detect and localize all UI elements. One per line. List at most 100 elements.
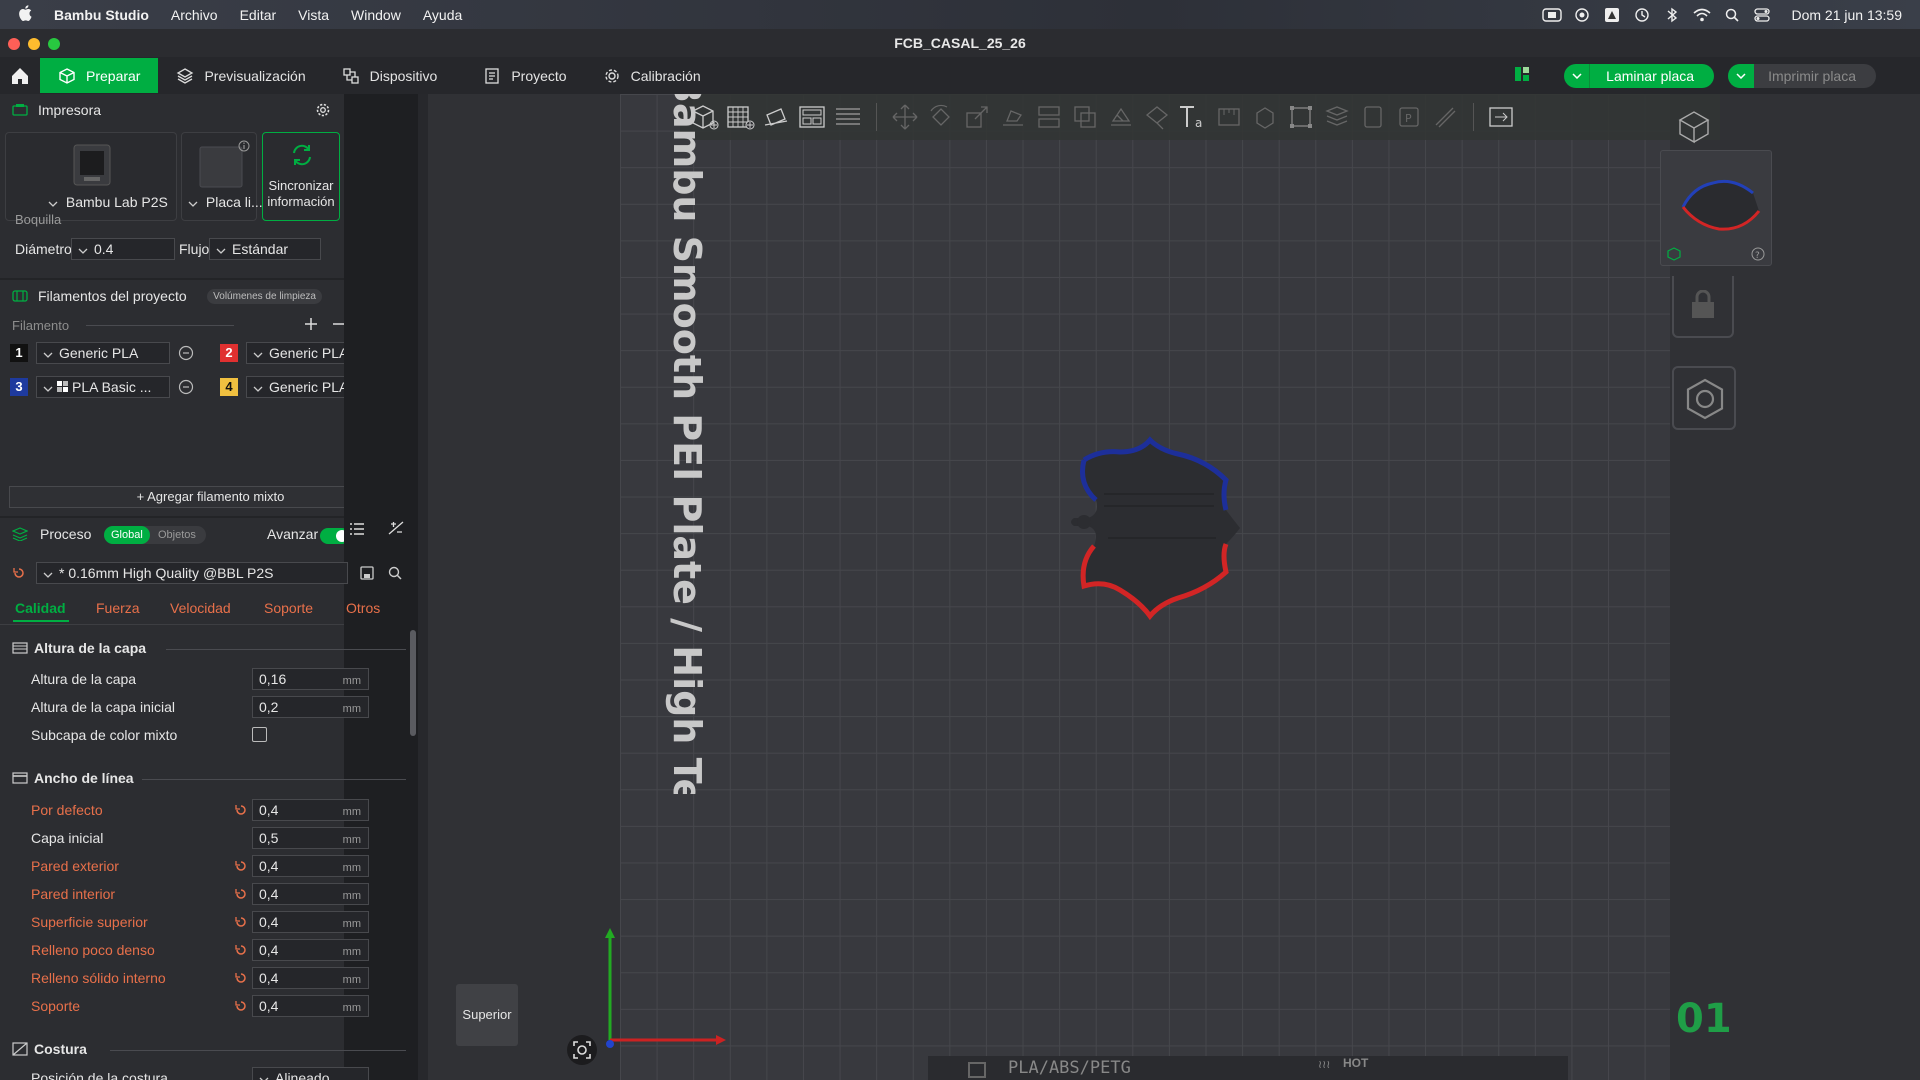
add-filament-icon[interactable] (304, 317, 318, 336)
search-icon[interactable] (1717, 8, 1747, 22)
menu-app[interactable]: Bambu Studio (54, 7, 149, 23)
reset-value-icon[interactable] (234, 943, 248, 957)
filament-select-1[interactable]: Generic PLA (36, 342, 170, 364)
add-plate-icon[interactable] (722, 99, 758, 135)
lock-plate-button[interactable] (1672, 276, 1734, 338)
reset-preset-icon[interactable] (12, 566, 26, 585)
tab-velocidad[interactable]: Velocidad (170, 600, 231, 616)
menu-vista[interactable]: Vista (298, 7, 329, 23)
move-icon[interactable] (887, 99, 923, 135)
slice-plate-button[interactable]: Laminar placa (1564, 63, 1715, 88)
line-width-input[interactable]: 0,4 mm (252, 939, 369, 961)
filament-select-2[interactable]: Generic PLA (246, 342, 344, 364)
arrange-icon[interactable] (794, 99, 830, 135)
multi-plate-icon[interactable] (1514, 66, 1530, 85)
brim-ears-icon[interactable] (1427, 99, 1463, 135)
filament-row[interactable]: 3 PLA Basic ... (10, 376, 170, 398)
tab-calidad[interactable]: Calidad (15, 600, 66, 616)
home-button[interactable] (0, 57, 40, 94)
line-width-input[interactable]: 0,4 mm (252, 855, 369, 877)
save-preset-icon[interactable] (360, 566, 374, 585)
reset-value-icon[interactable] (234, 915, 248, 929)
object-cube-icon[interactable] (1667, 247, 1681, 266)
search-settings-icon[interactable] (388, 566, 402, 585)
filament-select-4[interactable]: Generic PLA (246, 376, 344, 398)
menu-window[interactable]: Window (351, 7, 401, 23)
reset-value-icon[interactable] (234, 971, 248, 985)
fit-view-icon[interactable] (566, 1034, 598, 1071)
measure-icon[interactable] (1211, 99, 1247, 135)
filament-options-icon[interactable] (178, 379, 194, 400)
printer-settings-icon[interactable] (316, 103, 330, 120)
lay-on-face-icon[interactable] (995, 99, 1031, 135)
time-machine-icon[interactable] (1627, 7, 1657, 23)
initial-layer-input[interactable]: 0,2 mm (252, 696, 369, 718)
tab-proyecto[interactable]: Proyecto (465, 58, 584, 93)
menu-archivo[interactable]: Archivo (171, 7, 218, 23)
info-icon[interactable] (238, 139, 250, 157)
plate-thumbnail-panel[interactable]: ? (1660, 150, 1772, 266)
tab-otros[interactable]: Otros (346, 600, 380, 616)
control-center-icon[interactable] (1747, 7, 1777, 22)
cloud-icon[interactable] (1567, 7, 1597, 23)
zoom-window-button[interactable] (48, 38, 60, 50)
toggle-global[interactable]: Global (104, 526, 150, 544)
screen-share-icon[interactable] (1537, 7, 1567, 23)
reset-value-icon[interactable] (234, 999, 248, 1013)
emboss-icon[interactable]: P (1391, 99, 1427, 135)
tab-preparar[interactable]: Preparar (40, 58, 159, 93)
auto-orient-icon[interactable] (758, 99, 794, 135)
settings-scrollbar[interactable] (410, 630, 416, 736)
toggle-objects[interactable]: Objetos (158, 526, 196, 544)
remove-filament-icon[interactable] (332, 317, 344, 336)
apple-menu-icon[interactable] (18, 4, 38, 25)
text-tool-icon[interactable]: a (1175, 99, 1211, 135)
reset-value-icon[interactable] (234, 887, 248, 901)
drive-icon[interactable] (1597, 7, 1627, 23)
orientation-cube[interactable] (1672, 106, 1716, 146)
model-object[interactable] (1044, 414, 1284, 654)
cut-icon[interactable] (1031, 99, 1067, 135)
chevron-down-icon[interactable] (1564, 63, 1591, 88)
filament-row[interactable]: 1 Generic PLA (10, 342, 170, 364)
advanced-switch[interactable] (320, 528, 344, 544)
bluetooth-icon[interactable] (1657, 7, 1687, 23)
line-width-input[interactable]: 0,4 mm (252, 967, 369, 989)
process-preset-select[interactable]: * 0.16mm High Quality @BBL P2S (36, 562, 348, 584)
assembly-icon[interactable] (1247, 99, 1283, 135)
seam-paint-icon[interactable] (1139, 99, 1175, 135)
view-all-icon[interactable] (1484, 99, 1520, 135)
sidebar-splitter[interactable] (418, 94, 428, 1080)
minimize-window-button[interactable] (28, 38, 40, 50)
layer-height-input[interactable]: 0,16 mm (252, 668, 369, 690)
tab-dispositivo[interactable]: Dispositivo (324, 58, 456, 93)
tab-soporte[interactable]: Soporte (264, 600, 313, 616)
filament-select-3[interactable]: PLA Basic ... (36, 376, 170, 398)
diameter-select[interactable]: 0.4 (71, 238, 175, 260)
menu-ayuda[interactable]: Ayuda (423, 7, 462, 23)
close-window-button[interactable] (8, 38, 20, 50)
menu-editar[interactable]: Editar (240, 7, 277, 23)
flush-volumes-button[interactable]: Volúmenes de limpieza (207, 289, 322, 304)
tab-calibracion[interactable]: Calibración (585, 58, 719, 93)
seam-position-select[interactable]: Alineado (252, 1067, 369, 1080)
filament-options-icon[interactable] (178, 345, 194, 366)
help-icon[interactable]: ? (1751, 247, 1765, 266)
plate-settings-icon[interactable] (1355, 99, 1391, 135)
boolean-icon[interactable] (1067, 99, 1103, 135)
line-width-input[interactable]: 0,4 mm (252, 995, 369, 1017)
tab-fuerza[interactable]: Fuerza (96, 600, 140, 616)
reset-value-icon[interactable] (234, 803, 248, 817)
mixed-sublayer-checkbox[interactable] (252, 727, 267, 742)
chevron-down-icon[interactable] (1728, 63, 1755, 88)
line-width-input[interactable]: 0,4 mm (252, 883, 369, 905)
view-label[interactable]: Superior (456, 984, 518, 1046)
filament-row[interactable]: 2 Generic PLA (220, 342, 344, 364)
flow-select[interactable]: Estándar (209, 238, 321, 260)
support-paint-icon[interactable] (1103, 99, 1139, 135)
scale-icon[interactable] (959, 99, 995, 135)
line-width-input[interactable]: 0,4 mm (252, 799, 369, 821)
tab-previsualizacion[interactable]: Previsualización (158, 58, 323, 93)
variable-layer-icon[interactable] (1319, 99, 1355, 135)
menubar-clock[interactable]: Dom 21 jun 13:59 (1791, 7, 1902, 23)
